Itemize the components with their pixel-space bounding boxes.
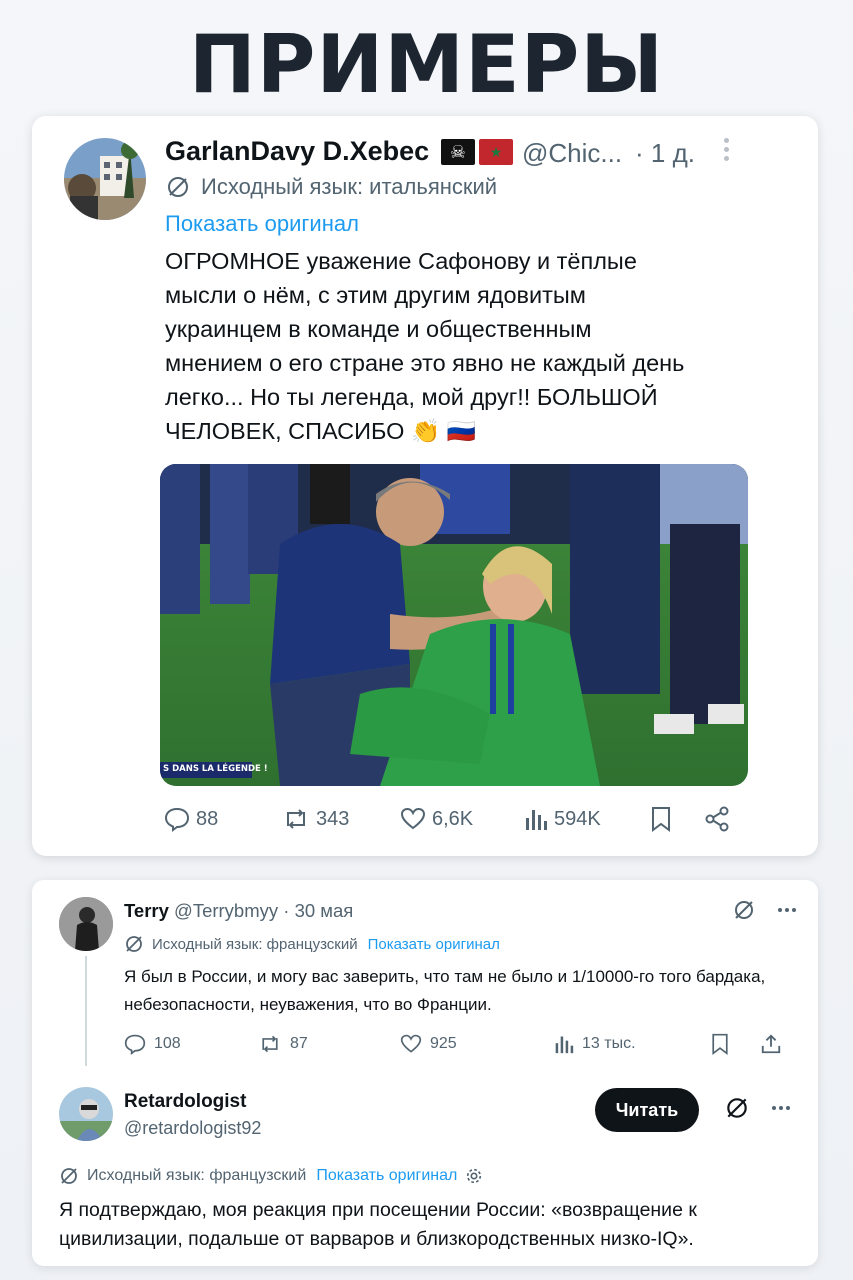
repost-icon <box>287 809 305 829</box>
bookmark-button[interactable] <box>650 806 672 832</box>
reply-count: 108 <box>154 1035 181 1052</box>
views-count: 13 тыс. <box>582 1035 636 1052</box>
reply-button[interactable]: 108 <box>124 1033 181 1055</box>
media-caption: S DANS LA LÉGENDE ! <box>163 764 268 774</box>
tweet-text: Я подтверждаю, моя реакция при посещении… <box>59 1199 697 1250</box>
translation-note: Исходный язык: французский Показать ориг… <box>59 1166 483 1186</box>
repost-icon <box>262 1035 278 1053</box>
translate-icon <box>168 177 188 197</box>
pirate-flag-icon: ☠ <box>441 139 475 165</box>
share-button[interactable] <box>760 1033 782 1055</box>
reply-thread-card: Terry @Terrybmyy · 30 мая Исходный язык:… <box>32 880 818 1266</box>
translation-note: Исходный язык: французский Показать ориг… <box>124 934 500 954</box>
like-button[interactable]: 925 <box>400 1033 457 1055</box>
translation-note-text: Исходный язык: французский <box>87 1167 307 1184</box>
gear-icon[interactable] <box>465 1167 483 1185</box>
thread-line <box>85 956 87 1066</box>
reply-button[interactable]: 88 <box>164 806 218 832</box>
author-handle[interactable]: @Chic... <box>522 138 622 169</box>
bookmark-icon <box>652 807 670 832</box>
reply-icon <box>164 807 190 832</box>
more-options-icon[interactable] <box>778 908 796 912</box>
translate-icon[interactable] <box>732 898 756 922</box>
like-button[interactable]: 6,6K <box>400 806 473 832</box>
morocco-flag-icon: ★ <box>479 139 513 165</box>
like-count: 925 <box>430 1035 457 1052</box>
tweet-timestamp[interactable]: · 30 мая <box>283 900 353 921</box>
translate-icon[interactable] <box>724 1095 750 1121</box>
show-original-link[interactable]: Показать оригинал <box>368 936 500 953</box>
heart-icon <box>400 1034 422 1053</box>
like-count: 6,6K <box>432 807 474 830</box>
translation-note-text: Исходный язык: итальянский <box>201 174 498 199</box>
tweet-text: Я был в России, и могу вас заверить, что… <box>124 967 766 1014</box>
tweet-header: GarlanDavy D.Xebec ☠ ★ @Chic... · 1 д. <box>165 136 785 170</box>
avatar[interactable] <box>59 897 113 951</box>
bookmark-icon <box>712 1033 728 1055</box>
repost-button[interactable]: 87 <box>258 1033 308 1055</box>
tweet-card: GarlanDavy D.Xebec ☠ ★ @Chic... · 1 д. И… <box>32 116 818 856</box>
bookmark-button[interactable] <box>710 1033 730 1055</box>
views-icon <box>555 1036 574 1054</box>
repost-button[interactable]: 343 <box>282 806 349 832</box>
avatar[interactable] <box>64 138 146 220</box>
translation-note-text: Исходный язык: французский <box>152 935 358 953</box>
more-options-icon[interactable] <box>722 138 730 164</box>
tweet-actions: 108 87 925 13 тыс. <box>124 1033 788 1059</box>
tweet-actions: 88 343 6,6K 594K <box>164 806 734 836</box>
author-handle[interactable]: @Terrybmyy <box>174 900 278 921</box>
tweet-timestamp[interactable]: · 1 д. <box>635 138 695 169</box>
author-flags: ☠ ★ <box>441 139 513 165</box>
avatar[interactable] <box>59 1087 113 1141</box>
tweet-header-icons <box>724 1095 790 1121</box>
more-options-icon[interactable] <box>772 1106 790 1110</box>
heart-icon <box>400 807 426 830</box>
tweet-text: ОГРОМНОЕ уважение Сафонову и тёплые мысл… <box>165 248 685 444</box>
reply-icon <box>124 1034 146 1055</box>
author-name[interactable]: Retardologist <box>124 1091 246 1113</box>
tweet-media[interactable]: S DANS LA LÉGENDE ! <box>160 464 748 786</box>
author-handle[interactable]: @retardologist92 <box>124 1118 261 1139</box>
translate-icon <box>126 936 142 952</box>
translate-icon <box>61 1168 77 1184</box>
share-icon <box>761 1034 781 1054</box>
author-name[interactable]: GarlanDavy D.Xebec <box>165 136 429 167</box>
follow-button[interactable]: Читать <box>595 1088 699 1132</box>
reply-count: 88 <box>196 807 219 830</box>
repost-count: 87 <box>290 1035 308 1052</box>
show-original-link[interactable]: Показать оригинал <box>316 1167 457 1185</box>
views-icon <box>526 810 547 830</box>
author-name[interactable]: Terry <box>124 900 169 921</box>
tweet-header: Terry @Terrybmyy · 30 мая <box>124 900 353 922</box>
views-count: 594K <box>554 807 601 830</box>
page-heading: ПРИМЕРЫ <box>188 18 665 111</box>
views-button[interactable]: 594K <box>524 806 601 832</box>
share-icon <box>705 806 729 832</box>
tweet-header-icons <box>732 898 796 922</box>
translation-note: Исходный язык: итальянский <box>165 174 497 200</box>
share-button[interactable] <box>704 806 730 832</box>
repost-count: 343 <box>316 807 350 830</box>
views-button[interactable]: 13 тыс. <box>554 1033 636 1055</box>
show-original-link[interactable]: Показать оригинал <box>165 211 359 237</box>
